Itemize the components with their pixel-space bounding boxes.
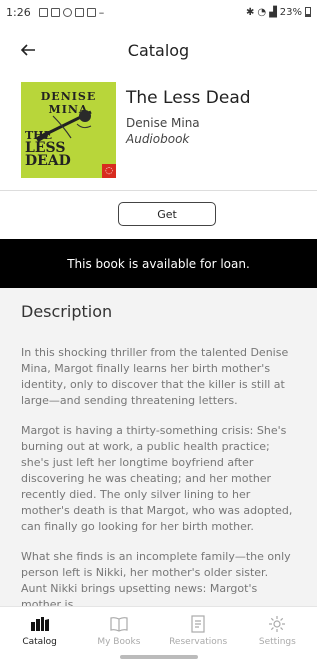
nav-label-settings: Settings bbox=[258, 637, 296, 647]
status-left: 1:26 – bbox=[6, 6, 104, 19]
battery-icon bbox=[305, 7, 311, 17]
book-info: The Less Dead Denise Mina Audiobook bbox=[126, 82, 251, 182]
nav-label-catalog: Catalog bbox=[22, 637, 57, 647]
location-icon bbox=[62, 7, 72, 17]
wifi-icon: ◔ bbox=[257, 6, 267, 18]
audio-badge-icon: ◌ bbox=[102, 164, 116, 178]
status-time: 1:26 bbox=[6, 5, 31, 19]
book-cover: DENISE MINA THE LESS DEAD ◌ bbox=[21, 82, 116, 178]
book-title: The Less Dead bbox=[126, 88, 251, 108]
bluetooth-icon: ✱ bbox=[245, 6, 255, 18]
catalog-icon bbox=[30, 615, 50, 633]
page-title: Catalog bbox=[127, 40, 190, 60]
description-heading: Description bbox=[21, 302, 113, 321]
gear-icon bbox=[268, 615, 286, 633]
get-button[interactable]: Get bbox=[118, 202, 216, 226]
notification-icons: – bbox=[38, 5, 105, 19]
availability-banner: This book is available for loan. bbox=[0, 239, 317, 288]
bottom-nav: Catalog My Books Reservations Settings bbox=[0, 606, 317, 663]
arrow-left-icon bbox=[20, 44, 35, 56]
screen-icon bbox=[86, 7, 96, 17]
usb-icon bbox=[74, 7, 84, 17]
nav-item-settings[interactable]: Settings bbox=[238, 607, 317, 663]
description-paragraph: In this shocking thriller from the talen… bbox=[21, 346, 289, 407]
nav-label-my-books: My Books bbox=[97, 637, 141, 647]
battery-percent: 23% bbox=[279, 6, 302, 18]
nav-label-reservations: Reservations bbox=[169, 637, 228, 647]
divider bbox=[0, 190, 317, 191]
availability-message: This book is available for loan. bbox=[67, 256, 250, 271]
book-author: Denise Mina bbox=[126, 116, 200, 130]
gallery-icon bbox=[38, 7, 48, 17]
nav-item-catalog[interactable]: Catalog bbox=[0, 607, 79, 663]
book-icon bbox=[109, 615, 129, 633]
book-format: Audiobook bbox=[126, 132, 190, 146]
book-header: DENISE MINA THE LESS DEAD ◌ The Less Dea… bbox=[21, 82, 301, 182]
dash-icon: – bbox=[98, 5, 105, 19]
mail-icon bbox=[50, 7, 60, 17]
description-section[interactable]: Description In this shocking thriller fr… bbox=[0, 288, 317, 606]
signal-icon: ▟ bbox=[269, 6, 277, 18]
status-bar: 1:26 – ✱ ◔ ▟ 23% bbox=[0, 0, 317, 24]
back-button[interactable] bbox=[16, 38, 40, 62]
reservations-icon bbox=[190, 615, 206, 633]
cover-title: THE LESS DEAD bbox=[25, 129, 116, 168]
description-paragraph: What she finds is an incomplete family—t… bbox=[21, 550, 291, 606]
home-indicator[interactable] bbox=[120, 655, 198, 659]
description-paragraph: Margot is having a thirty-something cris… bbox=[21, 424, 293, 533]
app-bar: Catalog bbox=[0, 24, 317, 76]
status-right: ✱ ◔ ▟ 23% bbox=[246, 7, 311, 18]
